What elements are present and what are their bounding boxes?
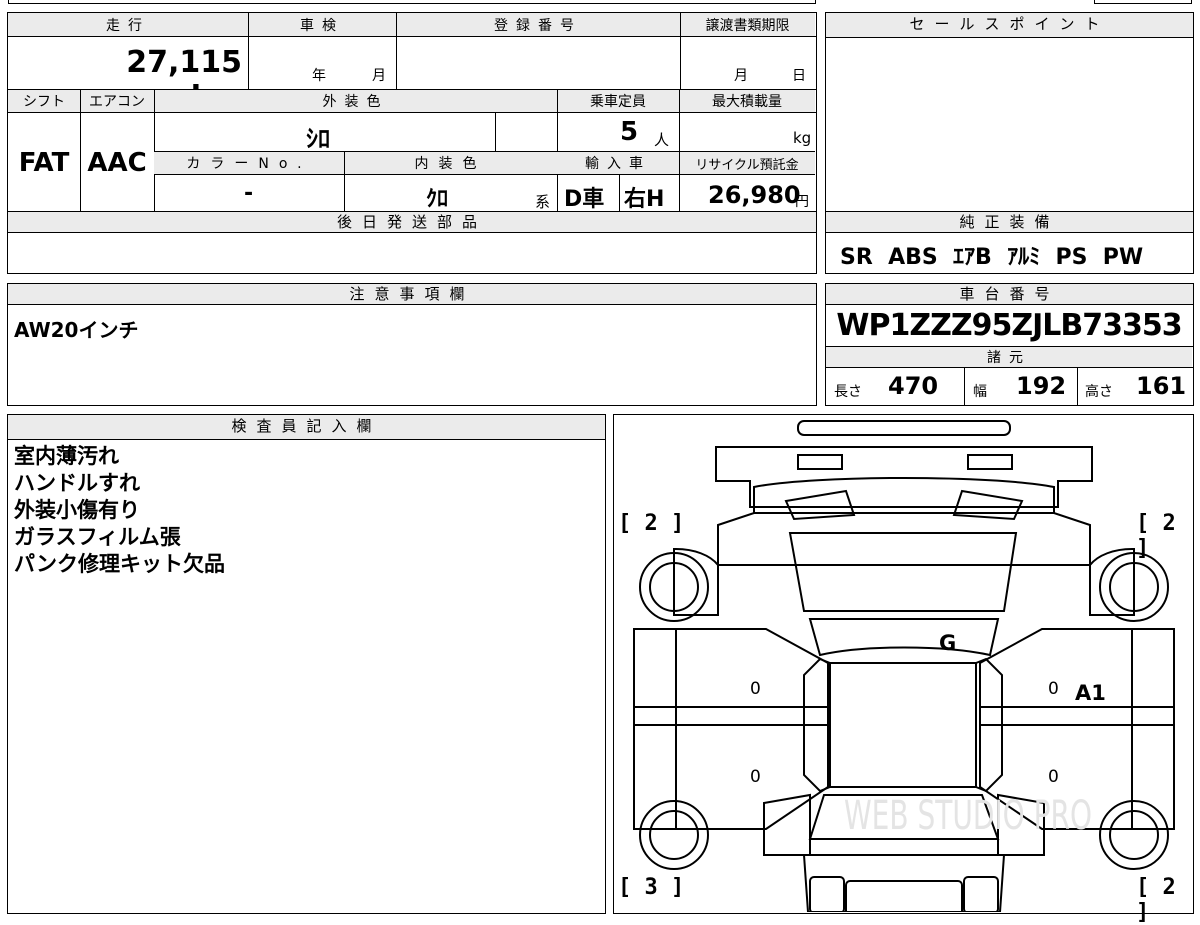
chassis-header: 車台番号 bbox=[826, 284, 1193, 305]
sales-points-box: セールスポイント bbox=[825, 12, 1194, 212]
recycle-unit: 円 bbox=[795, 194, 809, 210]
later-parts-box: 後日発送部品 bbox=[7, 211, 817, 274]
length-label: 長さ bbox=[834, 384, 862, 400]
registration-header: 登録番号 bbox=[494, 18, 582, 34]
top-stub-right bbox=[1094, 0, 1192, 4]
capacity-value: 5 bbox=[620, 117, 639, 147]
mark-roof: G bbox=[939, 631, 957, 655]
exterior-color-value: ｼﾛ bbox=[306, 125, 330, 153]
tire-rear-right-score: [ 2 ] bbox=[1136, 875, 1176, 925]
mark-right-door: A1 bbox=[1075, 681, 1106, 705]
inspector-box: 検査員記入欄 室内薄汚れ ハンドルすれ 外装小傷有り ガラスフィルム張 パンク修… bbox=[7, 414, 606, 914]
deadline-day-unit: 日 bbox=[792, 68, 806, 84]
interior-suffix: 系 bbox=[535, 193, 551, 211]
inspector-note: ハンドルすれ bbox=[14, 471, 140, 495]
equipment-value: SR ABS ｴｱB ｱﾙﾐ PS PW bbox=[840, 245, 1144, 270]
sales-points-header: セールスポイント bbox=[826, 13, 1193, 38]
notes-value: AW20インチ bbox=[14, 318, 139, 342]
watermark: WEB STUDIO PRO bbox=[844, 793, 1092, 839]
exterior-color-header: 外装色 bbox=[322, 94, 389, 110]
inspection-header: 車検 bbox=[300, 18, 344, 34]
later-parts-header: 後日発送部品 bbox=[8, 212, 816, 233]
color-no-header: カラーNo. bbox=[186, 156, 312, 172]
interior-color-header: 内装色 bbox=[414, 156, 487, 172]
steering-value: 右H bbox=[624, 187, 665, 212]
notes-header: 注意事項欄 bbox=[8, 284, 816, 305]
inspection-year-unit: 年 bbox=[312, 68, 326, 84]
car-diagram: WEB STUDIO PRO [ 2 ] [ 2 ] [ 3 ] [ 2 ] G… bbox=[613, 414, 1194, 925]
interior-color-value: ｸﾛ bbox=[426, 187, 449, 212]
mileage-header: 走行 bbox=[106, 18, 150, 34]
length-value: 470 bbox=[888, 372, 939, 400]
capacity-unit: 人 bbox=[654, 131, 670, 149]
specs-header: 諸元 bbox=[987, 350, 1031, 366]
shift-header: シフト bbox=[23, 94, 65, 110]
equipment-header: 純正装備 bbox=[826, 212, 1193, 233]
inspector-note: 室内薄汚れ bbox=[14, 444, 119, 468]
inspector-note: ガラスフィルム張 bbox=[14, 525, 181, 549]
recycle-header: リサイクル預託金 bbox=[695, 157, 799, 173]
recycle-fee-value: 26,980 bbox=[708, 181, 801, 209]
tire-front-right-score: [ 2 ] bbox=[1136, 511, 1176, 561]
aircon-value: AAC bbox=[87, 148, 147, 178]
width-value: 192 bbox=[1016, 372, 1067, 400]
tire-rear-left-score: [ 3 ] bbox=[618, 875, 685, 900]
zero-mark: 0 bbox=[1048, 679, 1059, 699]
tire-front-left-score: [ 2 ] bbox=[618, 511, 685, 536]
height-value: 161 bbox=[1136, 372, 1187, 400]
height-label: 高さ bbox=[1085, 384, 1113, 400]
zero-mark: 0 bbox=[1048, 767, 1059, 787]
chassis-value: WP1ZZZ95ZJLB73353 bbox=[836, 308, 1182, 343]
color-no-value: - bbox=[244, 181, 254, 206]
inspector-header: 検査員記入欄 bbox=[8, 415, 605, 440]
deadline-header: 譲渡書類期限 bbox=[705, 18, 790, 34]
width-label: 幅 bbox=[973, 384, 987, 400]
shift-value: FAT bbox=[18, 148, 70, 178]
max-load-unit: kg bbox=[793, 129, 812, 147]
top-stub-row bbox=[8, 0, 816, 4]
chassis-box: 車台番号 WP1ZZZ95ZJLB73353 諸元 長さ 470 幅 192 高… bbox=[825, 283, 1194, 406]
zero-mark: 0 bbox=[750, 767, 761, 787]
zero-mark: 0 bbox=[750, 679, 761, 699]
import-header: 輸入車 bbox=[585, 156, 651, 172]
inspector-note: パンク修理キット欠品 bbox=[14, 552, 226, 576]
inspection-month-unit: 月 bbox=[372, 68, 386, 84]
max-load-header: 最大積載量 bbox=[712, 94, 782, 110]
aircon-header: エアコン bbox=[89, 94, 145, 110]
equipment-box: 純正装備 SR ABS ｴｱB ｱﾙﾐ PS PW bbox=[825, 211, 1194, 274]
deadline-month-unit: 月 bbox=[734, 68, 748, 84]
notes-box: 注意事項欄 AW20インチ bbox=[7, 283, 817, 406]
import-type-value: D車 bbox=[564, 187, 605, 212]
inspector-note: 外装小傷有り bbox=[14, 498, 140, 522]
capacity-header: 乗車定員 bbox=[590, 94, 646, 110]
main-info-table: 走行 車検 登録番号 譲渡書類期限 27,115 km 年 月 月 日 シフト … bbox=[7, 12, 817, 213]
inspector-notes-list: 室内薄汚れ ハンドルすれ 外装小傷有り ガラスフィルム張 パンク修理キット欠品 bbox=[8, 443, 225, 578]
